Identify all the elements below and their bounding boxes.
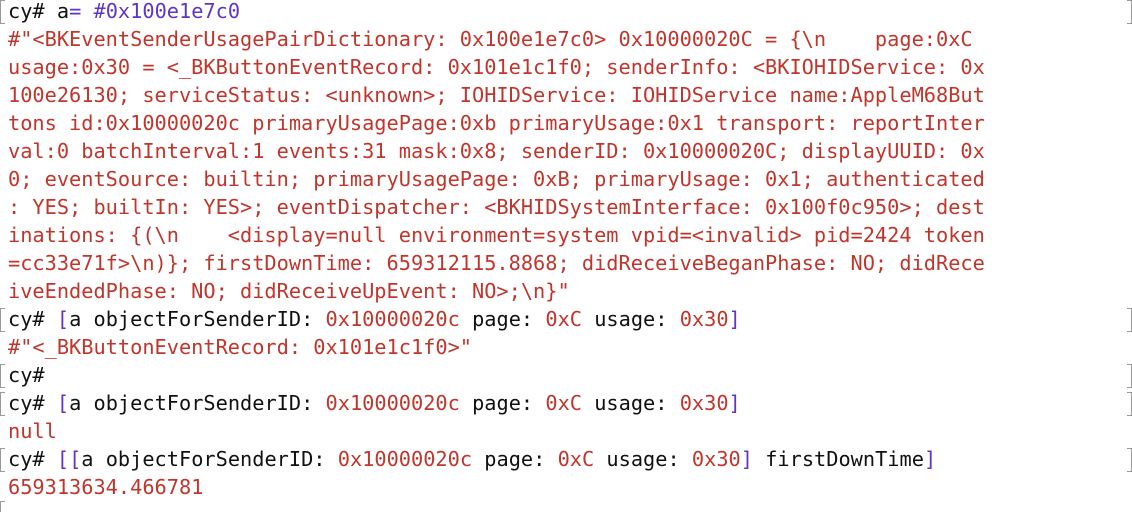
output-line: tons id:0x10000020c primaryUsagePage:0xb… xyxy=(8,111,985,135)
argument: 0xC xyxy=(557,447,595,471)
prompt: cy# xyxy=(8,307,45,331)
argument: 0x10000020c xyxy=(325,307,460,331)
input-var: a xyxy=(56,0,70,23)
input-line[interactable]: cy# [a objectForSenderID: 0x10000020c pa… xyxy=(0,305,1132,333)
output-line: 659313634.466781 xyxy=(8,475,204,499)
selector-part: firstDownTime xyxy=(765,447,924,471)
output-line: =cc33e71f>\n)}; firstDownTime: 659312115… xyxy=(8,251,985,275)
prompt: cy# xyxy=(8,447,45,471)
close-bracket: ] xyxy=(728,391,741,415)
selector-part: usage: xyxy=(594,307,668,331)
terminal-window[interactable]: cy# a= #0x100e1e7c0 #"<BKEventSenderUsag… xyxy=(0,0,1132,501)
output-line: 100e26130; serviceStatus: <unknown>; IOH… xyxy=(8,83,985,107)
open-bracket: [ xyxy=(56,307,70,331)
selector-part: usage: xyxy=(594,391,668,415)
output-line: #"<BKEventSenderUsagePairDictionary: 0x1… xyxy=(8,27,973,51)
selector-part: objectForSenderID: xyxy=(105,447,326,471)
input-operator: = xyxy=(69,0,82,23)
input-line[interactable]: cy# xyxy=(0,361,1132,389)
argument: 0xC xyxy=(545,391,582,415)
prompt: cy# xyxy=(8,391,45,415)
line-bracket xyxy=(0,501,5,512)
open-bracket: [[ xyxy=(56,447,82,471)
input-line[interactable]: cy# a= #0x100e1e7c0 xyxy=(0,0,1132,25)
argument: 0x30 xyxy=(679,307,729,331)
input-value: #0x100e1e7c0 xyxy=(93,0,241,23)
prompt: cy# xyxy=(8,0,45,23)
output-line: null xyxy=(8,419,57,443)
selector-part: objectForSenderID: xyxy=(93,391,314,415)
input-line[interactable]: cy# [[a objectForSenderID: 0x10000020c p… xyxy=(0,445,1132,473)
selector-part: page: xyxy=(472,391,534,415)
argument: 0x30 xyxy=(679,391,729,415)
close-bracket: ] xyxy=(923,447,937,471)
output-line: #"<_BKButtonEventRecord: 0x101e1c1f0>" xyxy=(8,335,472,359)
receiver: a xyxy=(69,307,82,331)
argument: 0x10000020c xyxy=(325,391,460,415)
selector-part: objectForSenderID: xyxy=(93,307,314,331)
input-line[interactable]: cy# [a objectForSenderID: 0x10000020c pa… xyxy=(0,389,1132,417)
output-line: val:0 batchInterval:1 events:31 mask:0x8… xyxy=(8,139,985,163)
selector-part: page: xyxy=(484,447,546,471)
receiver: a xyxy=(81,447,94,471)
open-bracket: [ xyxy=(56,391,70,415)
next-input-line-partial[interactable] xyxy=(0,501,1132,512)
output-line: inations: {(\n <display=null environment… xyxy=(8,223,985,247)
selector-part: usage: xyxy=(606,447,680,471)
close-bracket: ] xyxy=(728,307,741,331)
selector-part: page: xyxy=(472,307,534,331)
output-line: 0; eventSource: builtin; primaryUsagePag… xyxy=(8,167,985,191)
argument: 0x10000020c xyxy=(337,447,473,471)
output-line: iveEndedPhase: NO; didReceiveUpEvent: NO… xyxy=(8,279,570,303)
close-bracket: ] xyxy=(740,447,753,471)
prompt: cy# xyxy=(8,363,45,387)
receiver: a xyxy=(69,391,82,415)
argument: 0xC xyxy=(545,307,582,331)
output-line: : YES; builtIn: YES>; eventDispatcher: <… xyxy=(8,195,985,219)
argument: 0x30 xyxy=(691,447,741,471)
output-line: usage:0x30 = <_BKButtonEventRecord: 0x10… xyxy=(8,55,985,79)
